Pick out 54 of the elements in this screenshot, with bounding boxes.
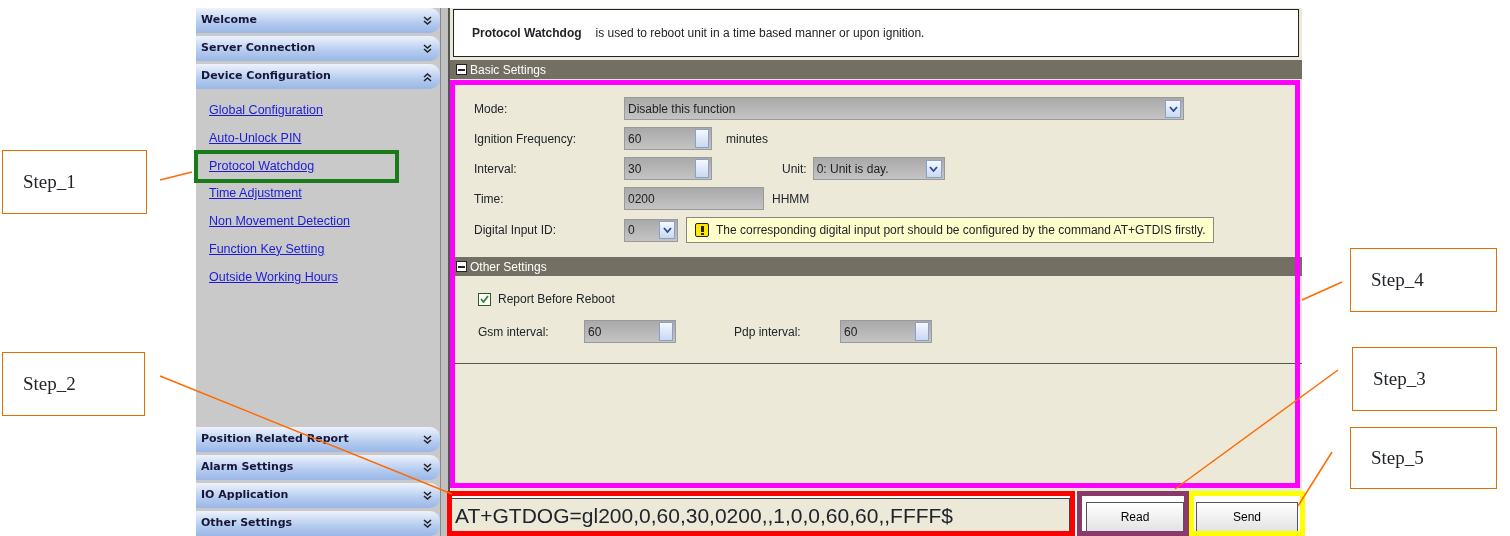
spin-field[interactable]: 60 — [840, 320, 932, 343]
dropdown[interactable]: 0 — [624, 218, 678, 242]
splitter[interactable] — [440, 8, 450, 536]
caret-icon — [1168, 105, 1178, 112]
checkbox[interactable] — [478, 292, 491, 306]
text-field[interactable]: 0200 — [624, 187, 764, 210]
field-label: Interval: — [474, 160, 518, 178]
field-label: Gsm interval: — [478, 323, 550, 341]
field-label: Digital Input ID: — [474, 222, 558, 239]
leader-line — [1301, 281, 1343, 301]
spin-field[interactable]: 60 — [584, 320, 676, 343]
sidebar-section-header[interactable]: Alarm Settings — [196, 455, 440, 480]
send-button[interactable]: Send — [1196, 502, 1298, 532]
callout-label: Step_1 — [2, 150, 147, 214]
sidebar-link[interactable]: Function Key Setting — [209, 239, 325, 259]
spin-field[interactable]: 60 — [624, 127, 712, 150]
collapse-icon — [456, 64, 467, 75]
dropdown[interactable]: 0: Unit is day. — [812, 157, 945, 180]
sidebar-link[interactable]: Non Movement Detection — [209, 212, 351, 231]
sidebar-section-header[interactable]: Device Configuration — [196, 64, 440, 89]
field-label: Ignition Frequency: — [474, 130, 578, 148]
sidebar-section-header[interactable]: IO Application — [196, 483, 440, 508]
sidebar-link[interactable]: Outside Working Hours — [209, 267, 338, 287]
unit-label: HHMM — [772, 190, 810, 208]
warning-icon — [695, 223, 709, 237]
leader-line — [159, 171, 193, 181]
description-title: Protocol Watchdog — [472, 25, 582, 42]
sidebar-section-header[interactable]: Server Connection — [196, 36, 440, 61]
command-field[interactable]: AT+GTDOG=gl200,0,60,30,0200,,1,0,0,60,60,,FFFF$ — [450, 498, 1070, 534]
callout-label: Step_5 — [1350, 427, 1497, 489]
description-text: is used to reboot unit in a time based manner or upon ignition. — [595, 25, 925, 42]
dropdown[interactable]: Disable this function — [624, 97, 1184, 120]
sidebar-link[interactable]: Global Configuration — [209, 101, 323, 120]
read-button[interactable]: Read — [1086, 502, 1184, 532]
sidebar-section-header[interactable]: Other Settings — [196, 511, 440, 536]
hint-note: The corresponding digital input port should be configured by the command AT+GTDIS firstly. — [686, 217, 1215, 243]
sidebar-link[interactable]: Protocol Watchdog — [209, 156, 315, 176]
field-label: Mode: — [474, 100, 509, 118]
section-header[interactable]: Basic Settings — [450, 60, 1302, 79]
sidebar-section-header[interactable]: Welcome — [196, 8, 440, 33]
callout-label: Step_4 — [1350, 248, 1497, 312]
callout-label: Step_3 — [1352, 347, 1497, 411]
spin-field[interactable]: 30 — [624, 157, 712, 180]
sidebar-link[interactable]: Auto-Unlock PIN — [209, 128, 302, 148]
field-label: Time: — [474, 190, 505, 208]
collapse-icon — [456, 261, 467, 272]
field-label: Unit: — [782, 160, 807, 178]
caret-icon — [662, 227, 672, 233]
callout-label: Step_2 — [2, 352, 145, 416]
field-label: Pdp interval: — [734, 323, 802, 341]
unit-label: minutes — [726, 130, 769, 148]
caret-icon — [929, 165, 939, 172]
checkbox-label: Report Before Reboot — [498, 291, 615, 308]
sidebar-link[interactable]: Time Adjustment — [209, 184, 302, 203]
